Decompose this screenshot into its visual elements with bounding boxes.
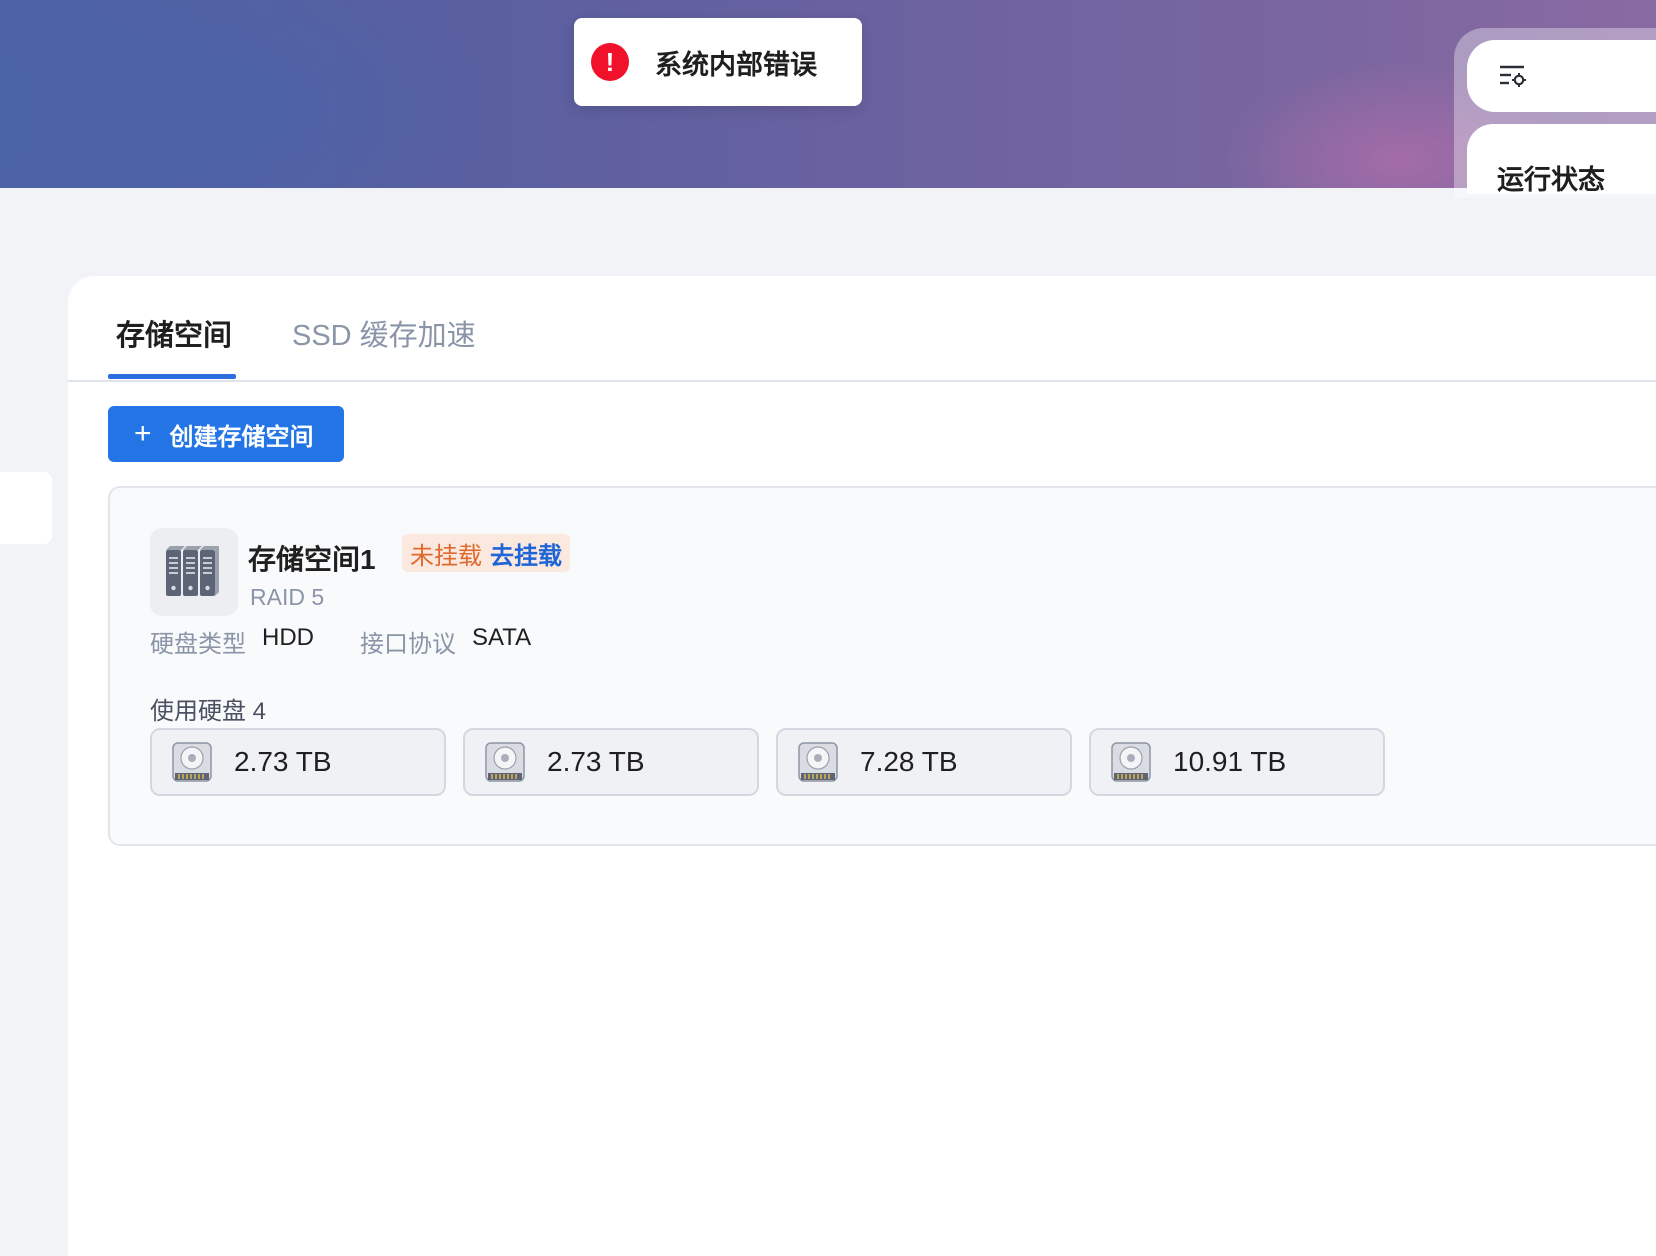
server-rack-icon [150, 528, 238, 616]
error-icon: ! [591, 43, 629, 81]
disk-item[interactable]: 10.91 TB [1089, 728, 1385, 796]
pool-name: 存储空间1 [248, 544, 376, 575]
unmounted-status: 未挂载 [410, 542, 482, 570]
create-storage-label: 创建存储空间 [169, 423, 314, 451]
hard-disk-icon [172, 742, 212, 782]
filter-settings-button[interactable] [1467, 40, 1656, 112]
mount-status-badge: 未挂载 去挂载 [402, 534, 570, 572]
tab-ssd-cache[interactable]: SSD 缓存加速 [292, 312, 476, 354]
error-toast: ! 系统内部错误 [574, 18, 862, 106]
disk-item[interactable]: 2.73 TB [150, 728, 446, 796]
storage-pool-card: 存储空间1 未挂载 去挂载 RAID 5 硬盘类型 HDD 接口协议 SATA … [108, 486, 1656, 846]
disk-item[interactable]: 7.28 TB [776, 728, 1072, 796]
disk-list: 2.73 TB 2.73 TB 7.28 TB 10.91 TB [150, 728, 1402, 796]
mount-link[interactable]: 去挂载 [490, 536, 562, 571]
hard-disk-icon [485, 742, 525, 782]
interface-label: 接口协议 [360, 631, 456, 658]
storage-main-card: 存储空间 SSD 缓存加速 + 创建存储空间 存储空间1 未挂载 去挂载 RAI… [68, 276, 1656, 1256]
disk-size: 10.91 TB [1173, 746, 1287, 777]
interface-value: SATA [472, 624, 532, 651]
plus-icon: + [134, 417, 152, 450]
status-title: 运行状态 [1497, 165, 1605, 194]
toast-message: 系统内部错误 [655, 49, 817, 80]
tab-bar: 存储空间 SSD 缓存加速 [68, 276, 1656, 382]
active-tab-indicator [108, 374, 236, 379]
disk-size: 7.28 TB [860, 746, 958, 777]
disk-size: 2.73 TB [234, 746, 332, 777]
status-card[interactable]: 运行状态 [1467, 124, 1656, 194]
hard-disk-icon [1111, 742, 1151, 782]
disk-type-value: HDD [262, 624, 314, 651]
pool-meta: 硬盘类型 HDD 接口协议 SATA [150, 624, 531, 659]
disk-item[interactable]: 2.73 TB [463, 728, 759, 796]
disk-size: 2.73 TB [547, 746, 645, 777]
create-storage-button[interactable]: + 创建存储空间 [108, 406, 344, 462]
hard-disk-icon [798, 742, 838, 782]
raid-level: RAID 5 [250, 584, 325, 610]
disk-type-label: 硬盘类型 [150, 631, 246, 658]
tab-storage[interactable]: 存储空间 [116, 312, 232, 354]
filter-settings-icon [1500, 65, 1526, 87]
left-panel-edge [0, 472, 52, 544]
used-disks-label: 使用硬盘 4 [150, 698, 267, 725]
